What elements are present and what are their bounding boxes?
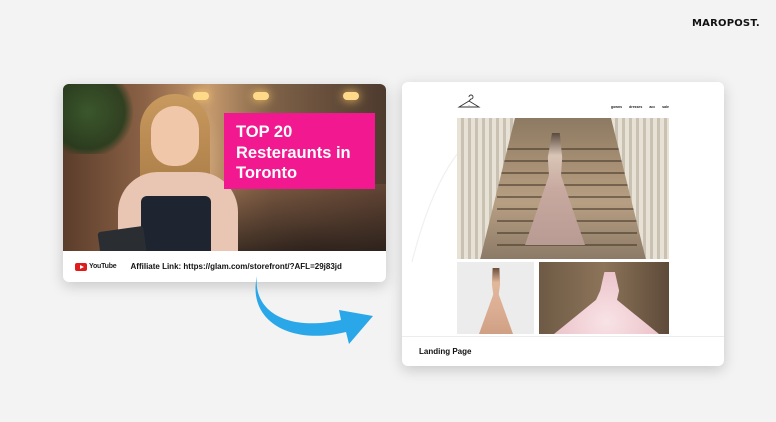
gallery-image-left[interactable] [457, 262, 534, 334]
youtube-badge: YouTube [75, 262, 117, 271]
thumbnail-photo: TOP 20 Resteraunts in Toronto [63, 84, 386, 251]
landing-page-caption: Landing Page [419, 347, 472, 356]
nav-item-sale[interactable]: sale [662, 105, 669, 109]
nav-item-acc[interactable]: acc [649, 105, 655, 109]
nav-item-dresses[interactable]: dresses [629, 105, 642, 109]
headline-line-3: Toronto [236, 164, 298, 182]
gallery-main-image[interactable] [457, 118, 669, 259]
headline-line-2: Resteraunts in [236, 143, 351, 162]
youtube-icon [75, 262, 87, 271]
svg-text:~: ~ [468, 103, 471, 107]
youtube-thumbnail-card[interactable]: TOP 20 Resteraunts in Toronto YouTube Af… [63, 84, 386, 282]
landing-nav: gowns dresses acc sale [611, 105, 669, 109]
gallery-image-right[interactable] [539, 262, 669, 334]
headline-box: TOP 20 Resteraunts in Toronto [224, 113, 375, 189]
landing-footer: Landing Page [402, 336, 724, 366]
curved-arrow-icon [255, 276, 373, 344]
landing-page-card[interactable]: ~ gowns dresses acc sale Landing Page [402, 82, 724, 366]
maropost-logo: MAROPOST. [692, 18, 760, 29]
hanger-icon: ~ [457, 94, 481, 108]
headline-line-1: TOP 20 [236, 123, 293, 141]
nav-item-gowns[interactable]: gowns [611, 105, 622, 109]
youtube-label: YouTube [89, 263, 117, 270]
